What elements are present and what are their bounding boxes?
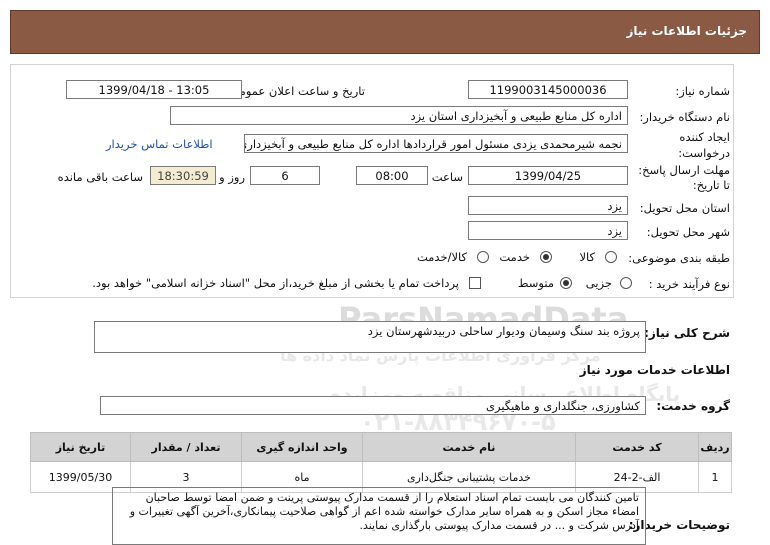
province-field: یزد [468, 196, 628, 215]
buyer-label: نام دستگاه خریدار: [639, 110, 730, 124]
process-radio-medium[interactable] [560, 277, 572, 289]
remaining-label: ساعت باقی مانده [57, 170, 143, 184]
creator-field: نجمه شیرمحمدی یزدی مسئول امور قراردادها … [244, 134, 628, 153]
category-radio-service[interactable] [540, 251, 552, 263]
category-goods-service-label: کالا/خدمت [416, 250, 467, 264]
col-code: کد خدمت [575, 432, 699, 462]
announce-field: 1399/04/18 - 13:05 [66, 80, 242, 99]
need-number-field: 1199003145000036 [468, 80, 628, 99]
buyer-contact-link[interactable]: اطلاعات تماس خریدار [106, 137, 213, 151]
page-header: جزئیات اطلاعات نیاز [10, 10, 760, 54]
table-header-row: ردیف کد خدمت نام خدمت واحد اندازه گیری ت… [30, 432, 732, 462]
page-title: جزئیات اطلاعات نیاز [626, 24, 747, 38]
deadline-date-field: 1399/04/25 [468, 166, 628, 185]
days-field: 6 [250, 166, 320, 185]
city-label: شهر محل تحویل: [646, 225, 730, 239]
process-label: نوع فرآیند خرید : [648, 277, 730, 291]
summary-label: شرح کلی نیاز: [644, 326, 730, 340]
col-unit: واحد اندازه گیری [241, 432, 363, 462]
col-date: تاریخ نیاز [30, 432, 131, 462]
payment-note: پرداخت تمام یا بخشی از مبلغ خرید،از محل … [92, 276, 459, 290]
summary-field: پروژه بند سنگ وسیمان وديوار ساحلی دربیدش… [94, 321, 646, 353]
treasury-checkbox[interactable] [469, 277, 481, 289]
category-goods-label: کالا [579, 250, 595, 264]
creator-label-line1: ایجاد کننده [679, 130, 730, 144]
deadline-label-line2: تا تاریخ: [692, 178, 730, 192]
category-radio-goods-service[interactable] [477, 251, 489, 263]
city-field: یزد [468, 221, 628, 240]
days-label: روز و [219, 170, 245, 184]
category-service-label: خدمت [499, 250, 530, 264]
process-medium-label: متوسط [517, 276, 554, 290]
process-radio-minor[interactable] [620, 277, 632, 289]
cell-row: 1 [698, 461, 732, 493]
time-label: ساعت [431, 170, 463, 184]
remaining-time-field: 18:30:59 [150, 166, 216, 185]
announce-label: تاریخ و ساعت اعلان عمومی: [226, 84, 365, 98]
buyer-notes-field: تامین کنندگان می بایست تمام اسناد استعلا… [112, 487, 646, 545]
deadline-label-line1: مهلت ارسال پاسخ: [638, 163, 730, 177]
col-qty: تعداد / مقدار [130, 432, 242, 462]
process-minor-label: جزیی [585, 276, 612, 290]
service-group-label: گروه خدمت: [656, 399, 730, 413]
creator-label-line2: درخواست: [678, 146, 730, 160]
category-label: طبقه بندی موضوعی: [628, 251, 730, 265]
col-name: نام خدمت [362, 432, 576, 462]
services-table: ردیف کد خدمت نام خدمت واحد اندازه گیری ت… [30, 432, 732, 493]
province-label: استان محل تحویل: [639, 201, 730, 215]
services-section-title: اطلاعات خدمات مورد نیاز [579, 363, 730, 377]
deadline-time-field: 08:00 [356, 166, 428, 185]
service-group-field: کشاورزی، جنگلداری و ماهیگیری [100, 396, 646, 415]
need-number-label: شماره نیاز: [675, 84, 730, 98]
buyer-field: اداره کل منابع طبیعی و آبخیزداری استان ی… [170, 106, 628, 125]
category-radio-goods[interactable] [605, 251, 617, 263]
col-row: ردیف [698, 432, 732, 462]
